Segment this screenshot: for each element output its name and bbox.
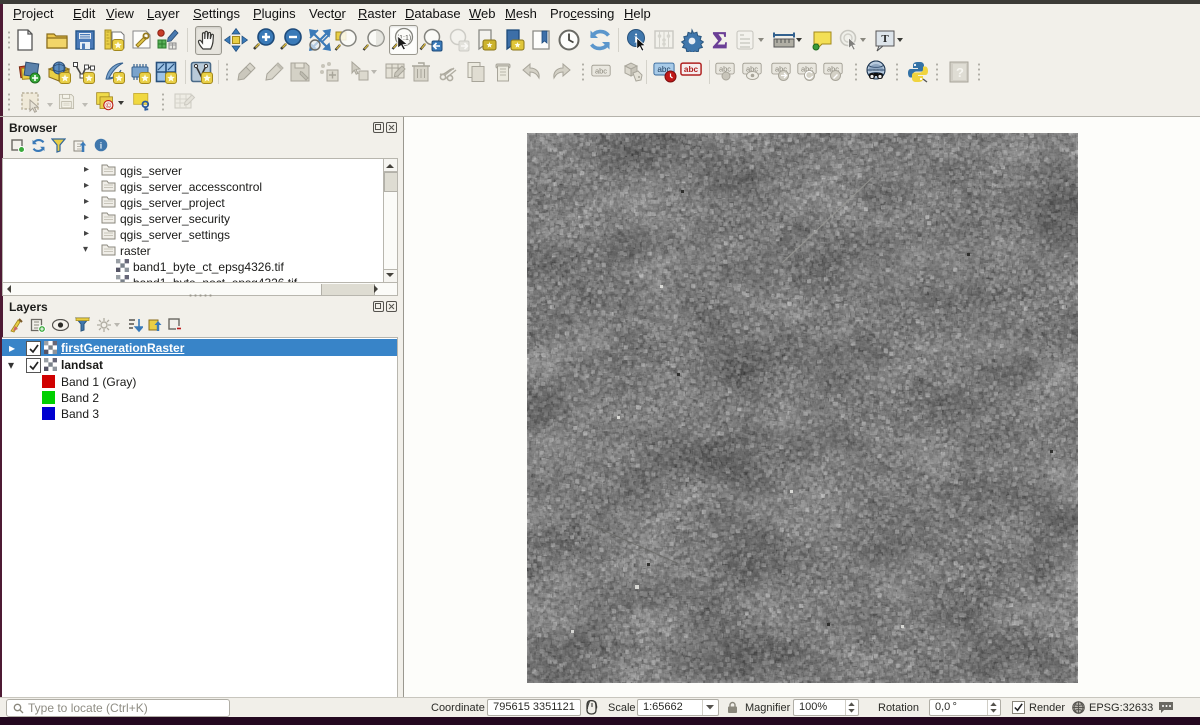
svg-text:T: T [881, 33, 889, 45]
svg-text:i: i [100, 142, 103, 152]
svg-text:abc: abc [684, 65, 699, 74]
svg-text:©: © [106, 101, 112, 110]
svg-text:?: ? [956, 65, 964, 80]
svg-text:Σ: Σ [712, 28, 727, 52]
